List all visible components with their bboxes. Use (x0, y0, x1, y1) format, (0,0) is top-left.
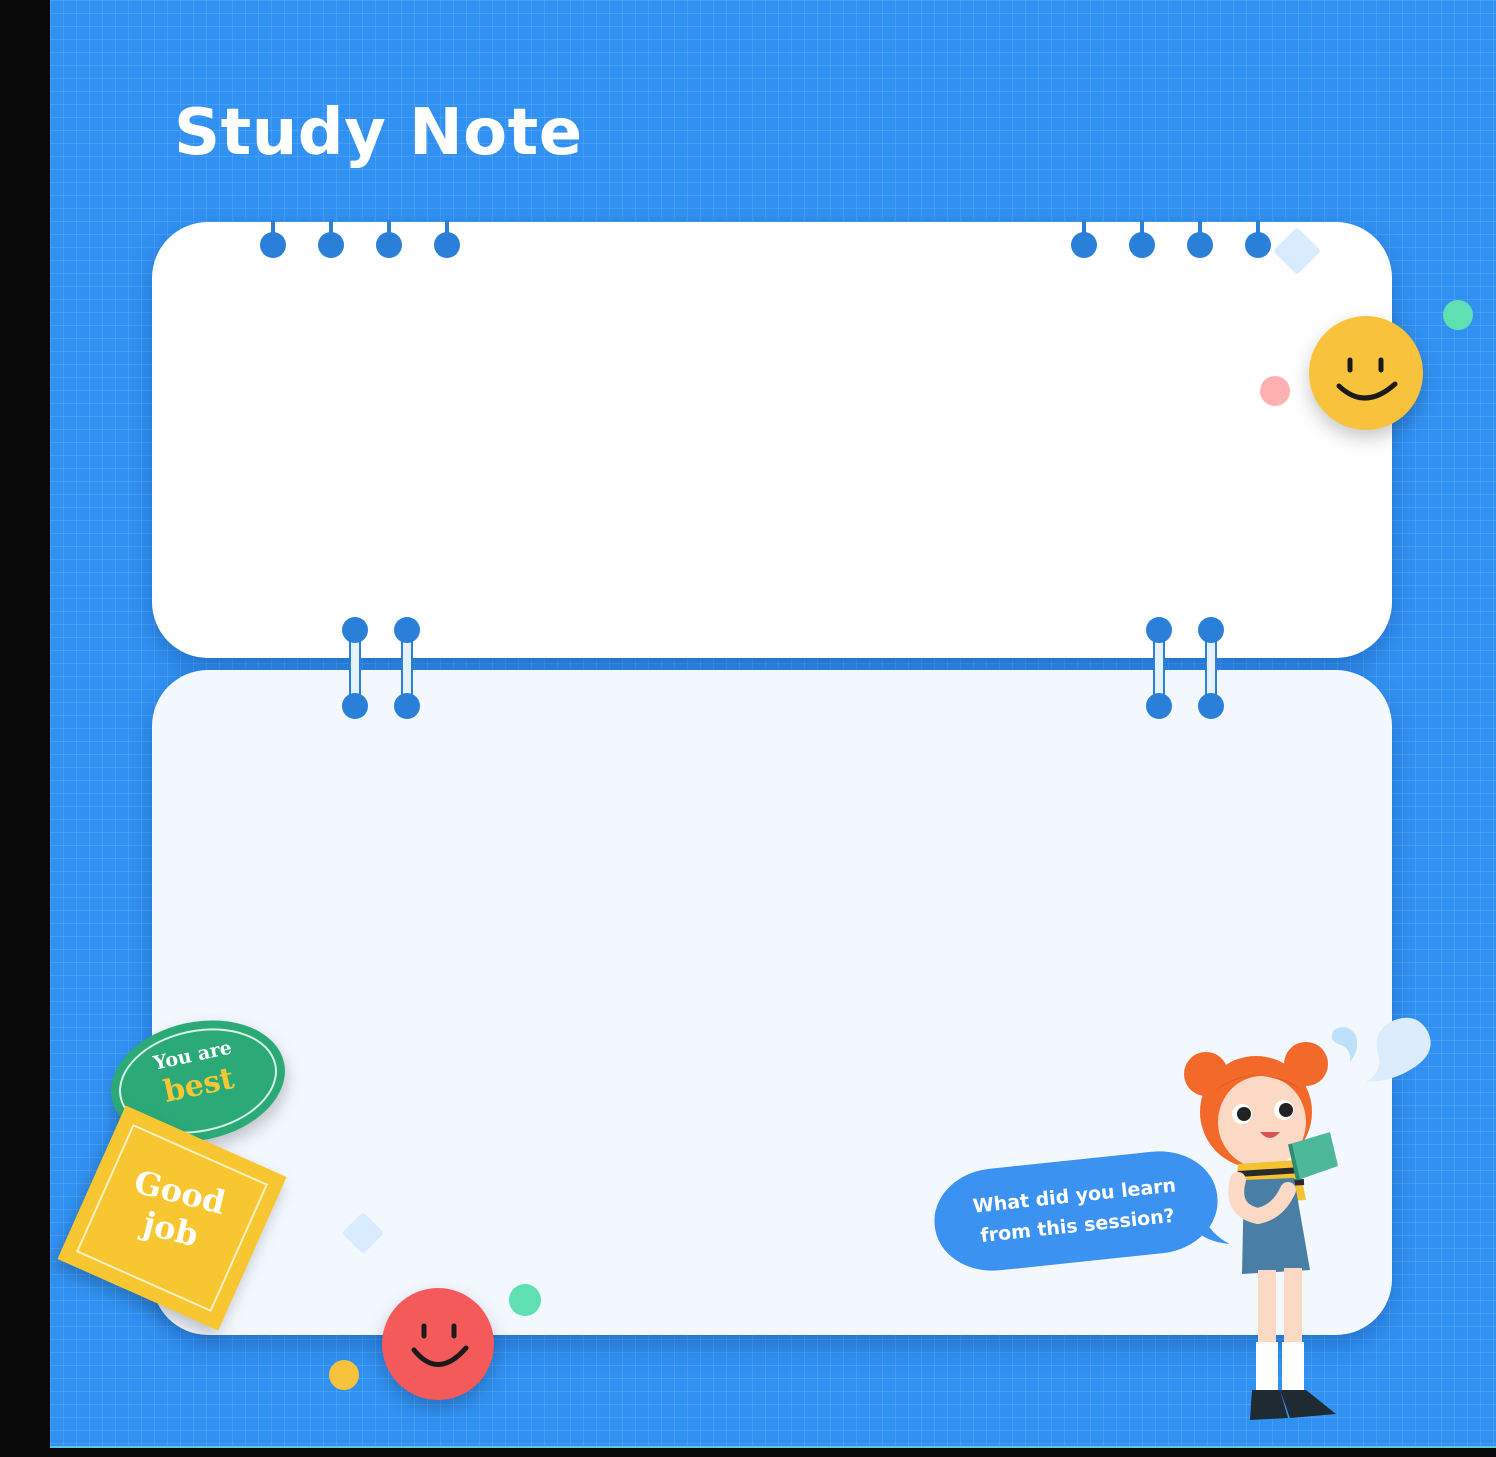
pink-dot-decoration (1260, 376, 1290, 406)
girl-character-illustration (1184, 1042, 1338, 1420)
study-note-board: Study Note You are best Good job What di… (50, 0, 1496, 1448)
yellow-smiley-icon (1309, 316, 1423, 430)
binder-ring (342, 617, 368, 719)
binder-hole (1071, 220, 1097, 258)
binder-hole (318, 220, 344, 258)
mint-dot-decoration (1443, 300, 1473, 330)
page-title: Study Note (174, 96, 583, 170)
binder-hole (376, 220, 402, 258)
binder-hole (1187, 220, 1213, 258)
yellow-dot-decoration (329, 1360, 359, 1390)
binder-ring (394, 617, 420, 719)
binder-hole (1129, 220, 1155, 258)
binder-ring (1146, 617, 1172, 719)
red-smiley-icon (382, 1288, 494, 1400)
binder-hole (434, 220, 460, 258)
binder-ring (1198, 617, 1224, 719)
binder-hole (1245, 220, 1271, 258)
binder-hole (260, 220, 286, 258)
mint-dot-decoration (509, 1284, 541, 1316)
top-note-card[interactable] (152, 222, 1392, 658)
